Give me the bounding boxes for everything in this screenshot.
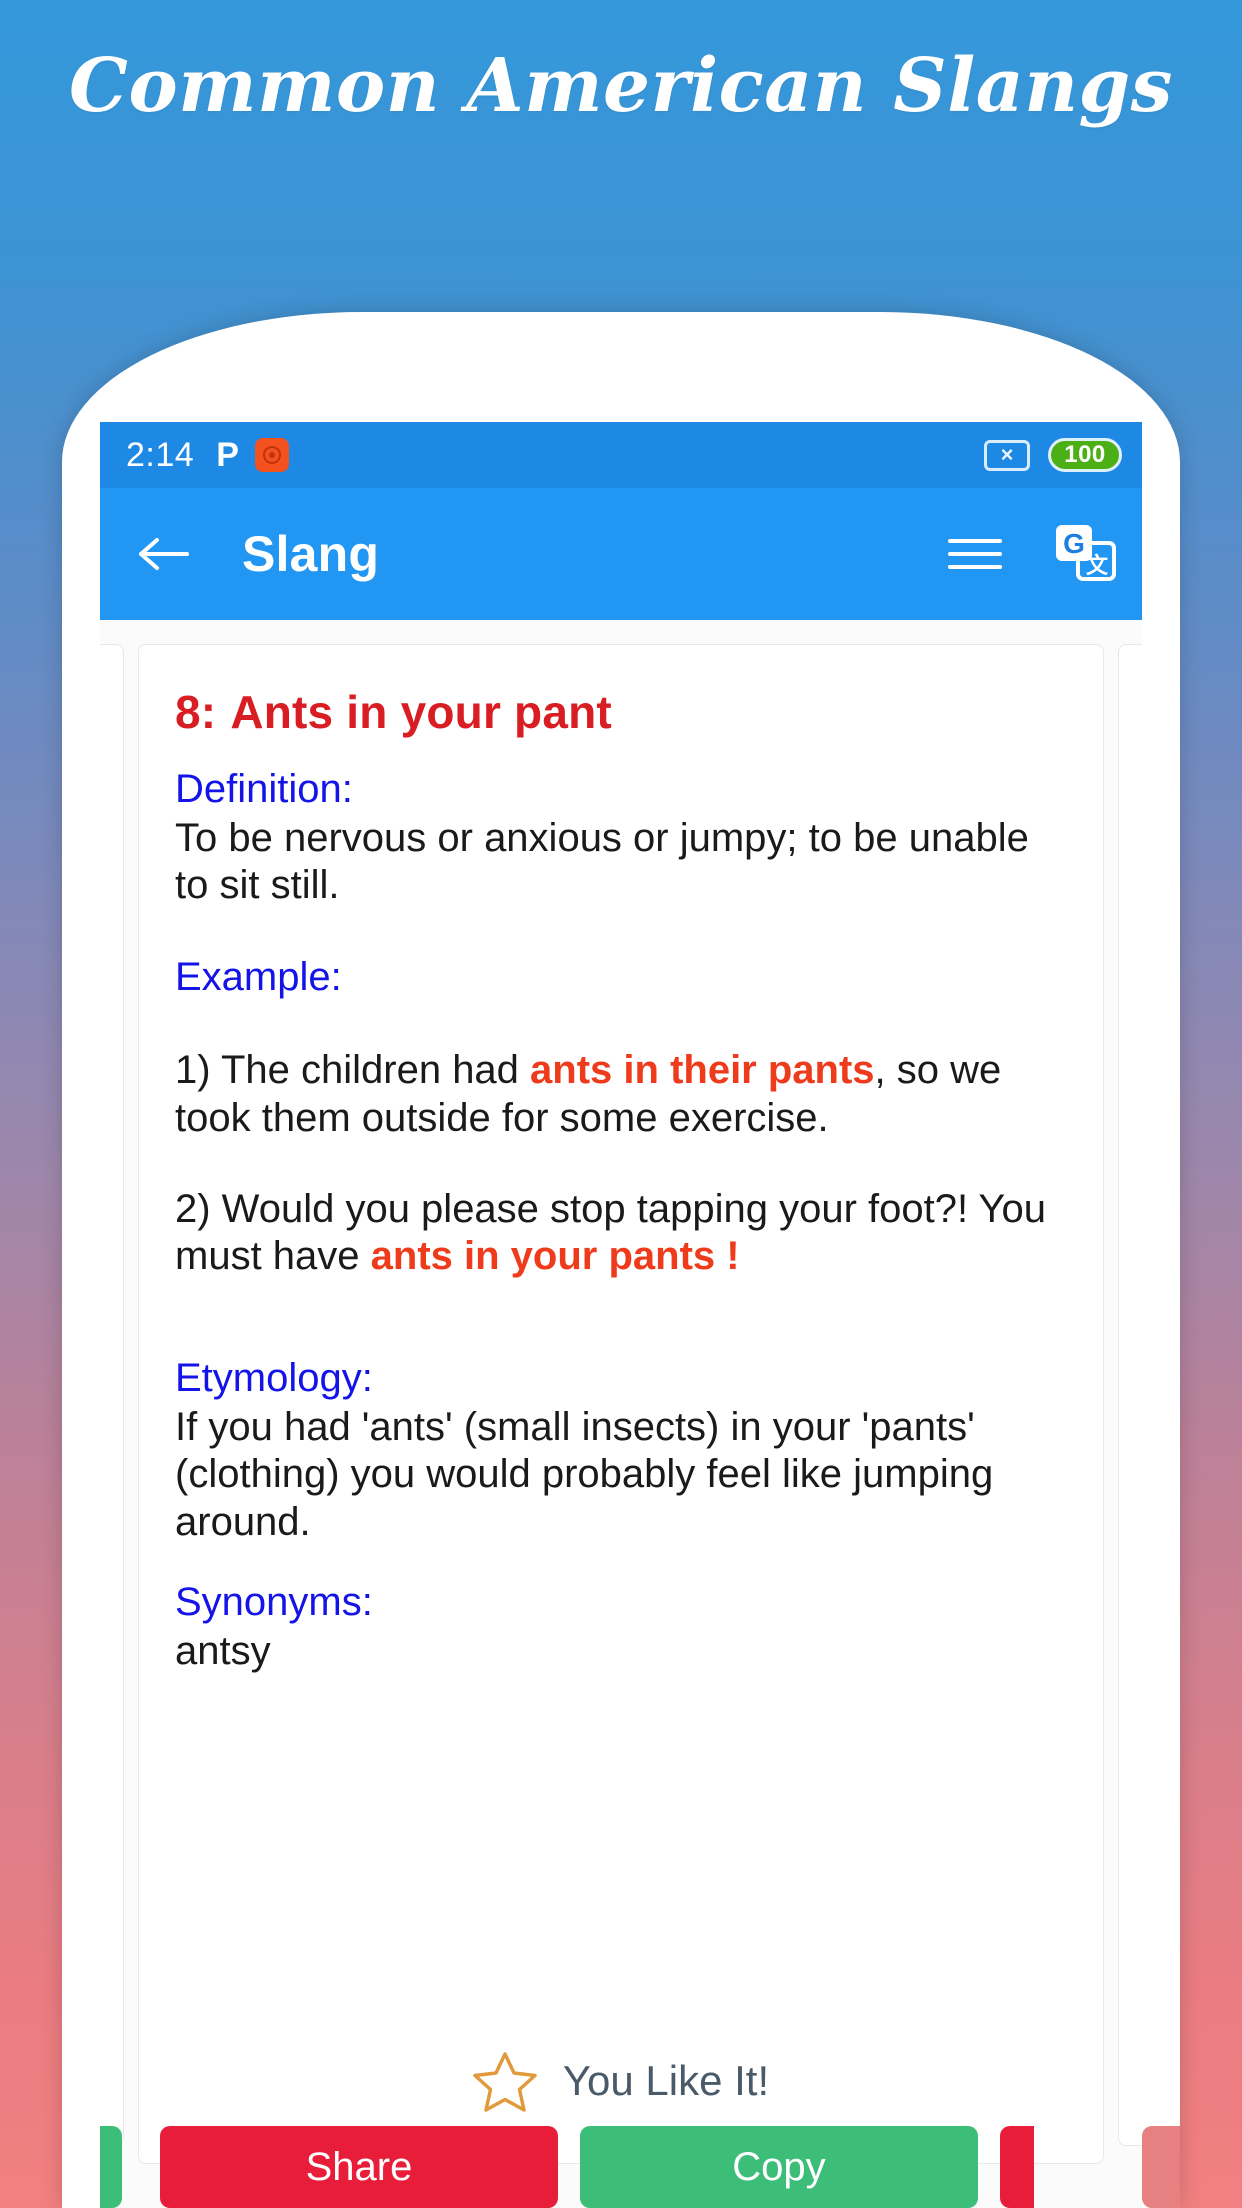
google-translate-icon[interactable]: G 文	[1054, 523, 1116, 585]
app-bar-title: Slang	[242, 526, 380, 582]
page-title: Common American Slangs	[69, 43, 1173, 129]
synonyms-text: antsy	[175, 1628, 271, 1673]
battery-indicator: 100	[1048, 438, 1122, 472]
star-outline-icon[interactable]	[473, 2050, 537, 2112]
back-button[interactable]	[134, 524, 194, 584]
status-bar: 2:14 P × 100	[100, 422, 1142, 488]
next-card-peek[interactable]	[1118, 644, 1142, 2146]
orange-app-icon	[254, 438, 289, 472]
previous-card-peek[interactable]	[100, 644, 124, 2146]
example-2-highlight: ants in your pants !	[370, 1233, 740, 1278]
status-notification-icons: P	[216, 438, 289, 472]
next-share-button-peek[interactable]	[1000, 2126, 1034, 2208]
example-2-text: 2) Would you please stop tapping your fo…	[175, 1186, 1067, 1280]
action-buttons-strip: Share Copy	[100, 2112, 1142, 2208]
slang-card: 8: Ants in your pant Definition: To be ne…	[138, 644, 1104, 2164]
svg-text:文: 文	[1086, 553, 1109, 578]
example-1-prefix: 1) The children had	[175, 1048, 531, 1093]
svg-text:G: G	[1063, 528, 1085, 559]
etymology-text: If you had 'ants' (small insects) in you…	[175, 1405, 994, 1544]
slang-entry-name: Ants in your pant	[230, 686, 612, 738]
status-system-icons: × 100	[984, 438, 1122, 472]
copy-button[interactable]: Copy	[580, 2126, 978, 2208]
back-arrow-icon	[139, 538, 189, 570]
definition-label: Definition:	[175, 767, 353, 811]
previous-copy-button-peek[interactable]	[100, 2126, 122, 2208]
definition-text: To be nervous or anxious or jumpy; to be…	[175, 816, 1029, 908]
etymology-label: Etymology:	[175, 1356, 373, 1401]
example-label: Example:	[175, 955, 342, 1000]
example-1-text: 1) The children had ants in their pants,…	[175, 1047, 1067, 1141]
phone-mockup-frame: 2:14 P × 100 Slang G 文 8: Ants in your p…	[62, 312, 1180, 2208]
slang-entry-title: 8: Ants in your pant	[175, 685, 1067, 739]
slang-entry-number: 8:	[175, 686, 217, 738]
example-1-highlight: ants in their pants	[530, 1048, 875, 1093]
offscreen-next-button-peek	[1142, 2112, 1180, 2208]
pinterest-p-icon: P	[216, 436, 239, 474]
status-time: 2:14	[126, 435, 195, 474]
app-bar: Slang G 文	[100, 488, 1142, 620]
slang-pager[interactable]: 8: Ants in your pant Definition: To be ne…	[100, 620, 1142, 2208]
synonyms-label: Synonyms:	[175, 1579, 373, 1624]
phone-screen: 2:14 P × 100 Slang G 文 8: Ants in your p…	[100, 422, 1142, 2208]
share-button[interactable]: Share	[160, 2126, 558, 2208]
like-label: You Like It!	[562, 2057, 770, 2104]
list-lines-icon[interactable]	[948, 525, 1006, 583]
no-sim-icon: ×	[984, 439, 1030, 471]
like-row[interactable]: You Like It!	[100, 2050, 1142, 2112]
